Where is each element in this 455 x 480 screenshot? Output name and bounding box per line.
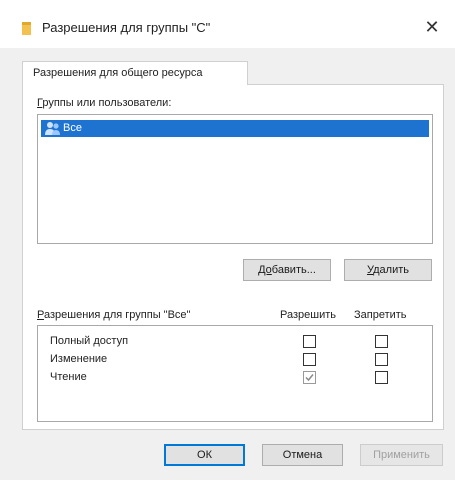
ok-button[interactable]: ОК [164,444,245,466]
allow-column-header: Разрешить [280,309,336,321]
permission-row-read: Чтение [38,369,432,387]
allow-read-checkbox[interactable] [303,371,316,384]
deny-column-header: Запретить [354,309,407,321]
remove-button[interactable]: Удалить [344,259,432,281]
shared-folder-icon [21,22,32,35]
checkmark-icon [305,374,314,382]
list-item-everyone[interactable]: Все [41,120,429,137]
permission-name: Изменение [50,353,108,365]
window-title: Разрешения для группы "C" [42,20,211,35]
deny-full-control-checkbox[interactable] [375,335,388,348]
add-button[interactable]: Добавить... [243,259,331,281]
permissions-list: Полный доступ Изменение Чтение [37,325,433,422]
permissions-dialog: Разрешения для группы "C" ✕ Разрешения д… [0,0,455,480]
deny-read-checkbox[interactable] [375,371,388,384]
allow-change-checkbox[interactable] [303,353,316,366]
permissions-label: Разрешения для группы "Все" [37,309,191,321]
permission-name: Чтение [50,371,87,383]
close-button[interactable]: ✕ [417,12,447,42]
permission-row-change: Изменение [38,351,432,369]
allow-full-control-checkbox[interactable] [303,335,316,348]
users-listbox[interactable]: Все [37,114,433,244]
deny-change-checkbox[interactable] [375,353,388,366]
list-item-label: Все [63,122,82,134]
title-bar[interactable]: Разрешения для группы "C" ✕ [0,0,455,48]
close-icon: ✕ [424,16,440,37]
tab-share-permissions[interactable]: Разрешения для общего ресурса [22,61,248,85]
permission-row-full-control: Полный доступ [38,333,432,351]
users-label: Группы или пользователи: [37,97,172,109]
cancel-button[interactable]: Отмена [262,444,343,466]
users-group-icon [44,121,62,136]
permission-name: Полный доступ [50,335,129,347]
apply-button[interactable]: Применить [360,444,443,466]
